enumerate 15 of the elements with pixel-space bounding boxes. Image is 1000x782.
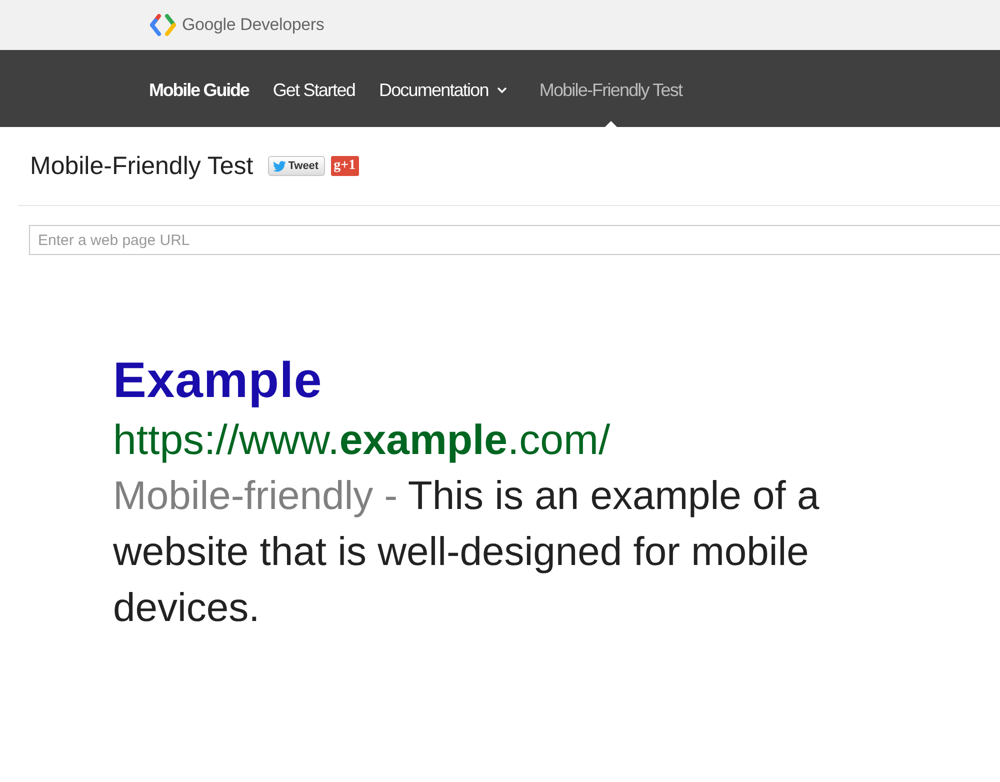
nav-link[interactable]: Get Started bbox=[272, 80, 355, 100]
logo-icon bbox=[150, 14, 176, 36]
result-snippet: Mobile-friendly - This is an example of a website that is well-designed for mobile devices. bbox=[113, 473, 820, 632]
url-input-field[interactable]: Enter a web page URL bbox=[29, 225, 1000, 255]
result-url: https://www.example.com/ bbox=[113, 415, 610, 465]
plus-one-button[interactable]: g+1 bbox=[330, 156, 359, 176]
nav-link[interactable]: Mobile-Friendly Test bbox=[539, 80, 682, 100]
result-title: Example bbox=[113, 351, 322, 410]
tweet-button[interactable]: Tweet bbox=[268, 156, 325, 176]
brand-name: Google Developers bbox=[182, 15, 324, 35]
nav-link[interactable]: Documentation bbox=[378, 80, 516, 100]
nav-section-link[interactable]: Mobile Guide bbox=[149, 80, 249, 100]
bird-icon bbox=[273, 160, 286, 172]
selection-pointer-icon bbox=[604, 121, 617, 127]
page-title: Mobile-Friendly Test bbox=[30, 152, 254, 180]
